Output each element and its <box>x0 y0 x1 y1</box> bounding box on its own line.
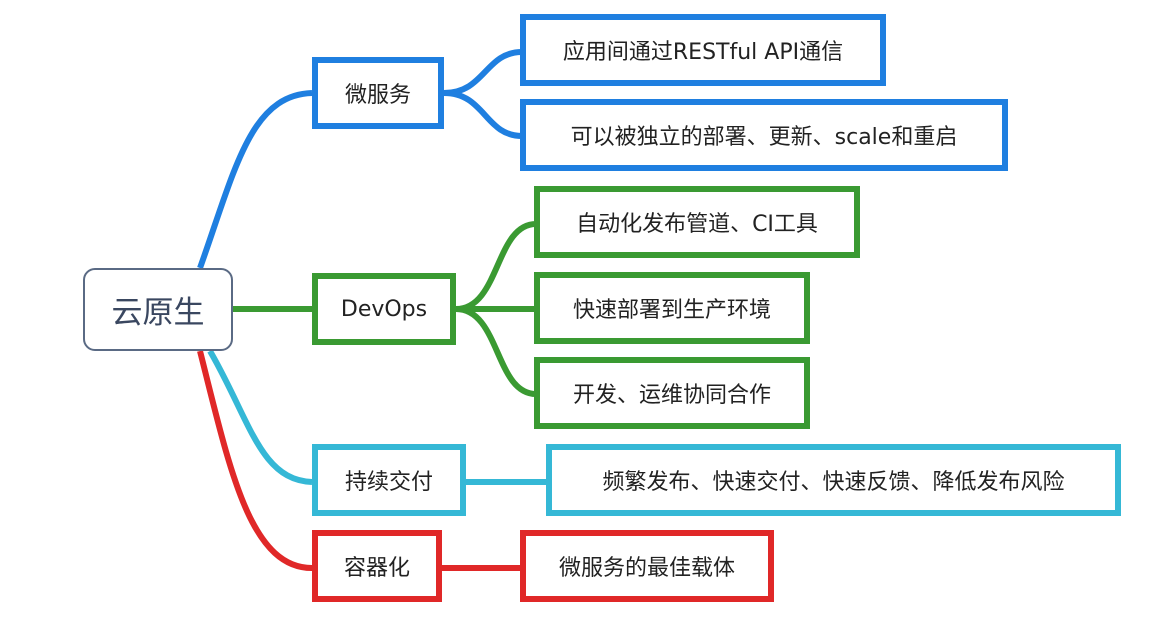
connector-microservice-2 <box>443 90 523 139</box>
leaf-ci-pipeline: 自动化发布管道、CI工具 <box>534 186 860 258</box>
branch-containerization: 容器化 <box>312 530 442 602</box>
connector-root-container <box>197 350 313 571</box>
connector-root-microservice <box>197 90 313 270</box>
leaf-independent-deploy: 可以被独立的部署、更新、scale和重启 <box>520 99 1008 171</box>
root-node: 云原生 <box>83 268 233 351</box>
leaf-dev-ops-collab: 开发、运维协同合作 <box>534 357 810 429</box>
leaf-fast-deploy: 快速部署到生产环境 <box>534 272 810 344</box>
connector-devops-3 <box>455 306 537 397</box>
branch-devops: DevOps <box>312 273 456 345</box>
branch-microservice: 微服务 <box>312 57 444 129</box>
connector-microservice-1 <box>443 49 523 96</box>
leaf-frequent-release: 频繁发布、快速交付、快速反馈、降低发布风险 <box>546 444 1121 516</box>
connector-devops-1 <box>455 221 537 312</box>
leaf-best-carrier: 微服务的最佳载体 <box>520 530 774 602</box>
connector-root-delivery <box>207 349 313 485</box>
branch-continuous-delivery: 持续交付 <box>312 444 466 516</box>
leaf-restful-api: 应用间通过RESTful API通信 <box>520 14 886 86</box>
